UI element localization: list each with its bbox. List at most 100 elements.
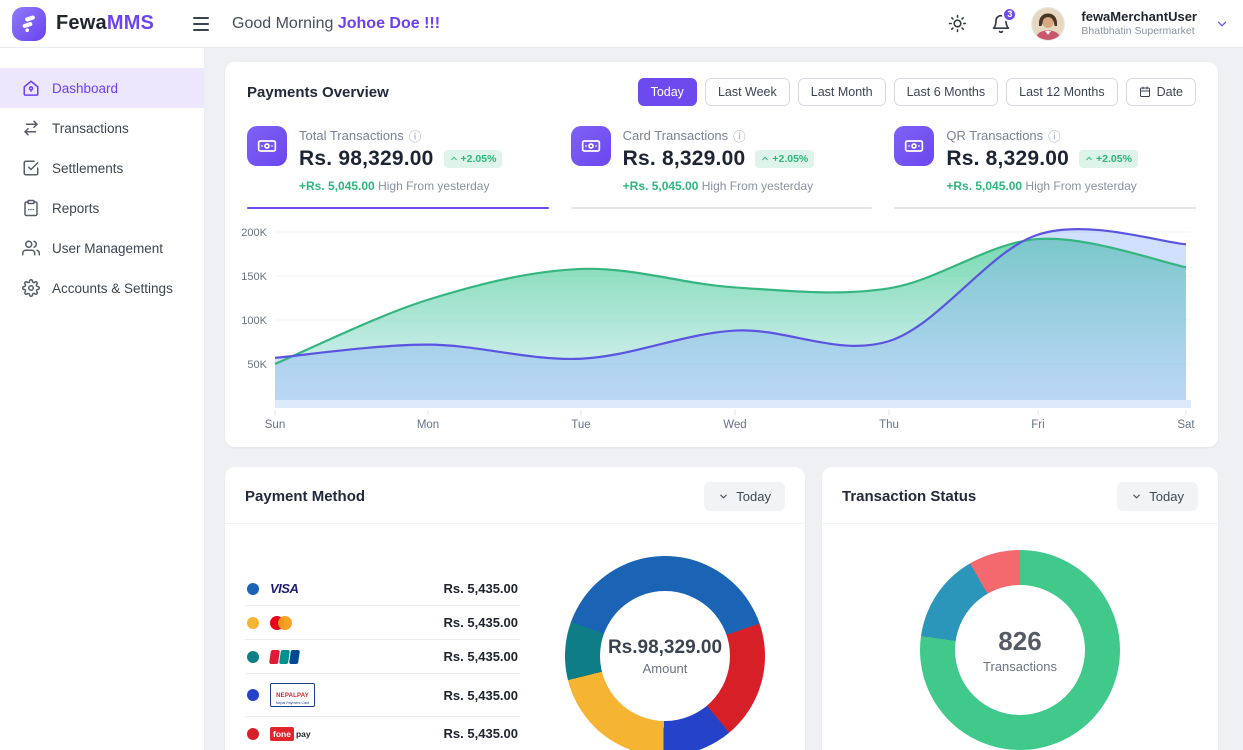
payments-overview-card: Payments Overview Today Last Week Last M… (225, 62, 1218, 447)
sidebar-item-transactions[interactable]: Transactions (0, 108, 204, 148)
notification-count-badge: 3 (1002, 7, 1017, 22)
legend-dot (247, 617, 259, 629)
donut-center-amount: Rs.98,329.00 (608, 637, 722, 659)
payment-method-list: VISA Rs. 5,435.00 Rs. 5,435.00 (245, 572, 520, 750)
donut-center-label: Transactions (983, 659, 1057, 674)
notifications-bell-icon[interactable]: 3 (987, 10, 1015, 38)
stat-amount: Rs. 8,329.00 (946, 147, 1069, 171)
cash-icon (571, 126, 611, 166)
user-avatar[interactable] (1031, 7, 1065, 41)
donut-center-count: 826 (998, 626, 1041, 657)
payment-method-card: Payment Method Today VISA Rs. 5,435.00 (225, 467, 805, 750)
svg-text:Fri: Fri (1031, 419, 1044, 431)
cash-icon (894, 126, 934, 166)
check-square-icon (22, 159, 40, 177)
main-content: Payments Overview Today Last Week Last M… (205, 48, 1243, 750)
user-menu-chevron-down-icon[interactable] (1215, 17, 1229, 31)
filter-last-month-button[interactable]: Last Month (798, 78, 886, 106)
transaction-status-period-dropdown[interactable]: Today (1117, 482, 1198, 511)
greeting-text: Good Morning Johoe Doe !!! (232, 15, 440, 33)
sidebar-item-label: Reports (52, 201, 99, 216)
theme-toggle-sun-icon[interactable] (943, 10, 971, 38)
filter-last-12-months-button[interactable]: Last 12 Months (1006, 78, 1117, 106)
filter-last-6-months-button[interactable]: Last 6 Months (894, 78, 999, 106)
filter-last-week-button[interactable]: Last Week (705, 78, 790, 106)
sidebar-item-label: Transactions (52, 121, 129, 136)
sidebar-item-reports[interactable]: Reports (0, 188, 204, 228)
payment-row-unionpay: Rs. 5,435.00 (245, 640, 520, 674)
stat-card-transactions[interactable]: Card Transactionsⓘ Rs. 8,329.00 +2.05% +… (571, 126, 873, 209)
user-organization: Bhatbhatin Supermarket (1081, 25, 1197, 38)
svg-text:Sat: Sat (1177, 419, 1195, 431)
stat-indicator (894, 207, 1196, 209)
payment-method-donut-chart[interactable]: Rs.98,329.00 Amount (565, 556, 765, 750)
payment-row-nepalpay: NEPALPAYNepal Payment Card Rs. 5,435.00 (245, 674, 520, 717)
filter-today-button[interactable]: Today (638, 78, 697, 106)
home-icon (22, 79, 40, 97)
stat-qr-transactions[interactable]: QR Transactionsⓘ Rs. 8,329.00 +2.05% +Rs… (894, 126, 1196, 209)
payment-row-fonepay: fonepay Rs. 5,435.00 (245, 717, 520, 750)
donut-center-label: Amount (643, 661, 688, 676)
payment-row-mastercard: Rs. 5,435.00 (245, 606, 520, 640)
stat-active-indicator (247, 207, 549, 209)
user-meta[interactable]: fewaMerchantUser Bhatbhatin Supermarket (1081, 9, 1197, 38)
users-icon (22, 239, 40, 257)
sidebar-item-label: Dashboard (52, 81, 118, 96)
stat-indicator (571, 207, 873, 209)
unionpay-logo (270, 650, 299, 664)
sidebar-item-settlements[interactable]: Settlements (0, 148, 204, 188)
transaction-status-card: Transaction Status Today 826 Transaction… (822, 467, 1218, 750)
clipboard-icon (22, 199, 40, 217)
sidebar-item-user-management[interactable]: User Management (0, 228, 204, 268)
sidebar: Dashboard Transactions Settlements Repor… (0, 48, 205, 750)
legend-dot (247, 651, 259, 663)
app-logo-icon (12, 7, 46, 41)
svg-text:Sun: Sun (265, 419, 285, 431)
payment-method-period-dropdown[interactable]: Today (704, 482, 785, 511)
fonepay-logo: fonepay (270, 727, 311, 741)
transaction-status-donut-chart[interactable]: 826 Transactions (920, 550, 1120, 750)
payments-overview-title: Payments Overview (247, 84, 389, 101)
stat-amount: Rs. 98,329.00 (299, 147, 434, 171)
svg-text:Wed: Wed (723, 419, 746, 431)
transactions-area-chart[interactable]: 50K 100K 150K 200K Sun Mon Tue Wed Thu Fri Sat (225, 209, 1218, 447)
payment-method-title: Payment Method (245, 488, 365, 505)
nepalpay-logo: NEPALPAYNepal Payment Card (270, 683, 315, 707)
mastercard-logo (270, 616, 292, 630)
svg-text:Tue: Tue (571, 419, 590, 431)
sidebar-item-label: User Management (52, 241, 163, 256)
calendar-icon (1139, 86, 1151, 98)
transaction-status-title: Transaction Status (842, 488, 976, 505)
stats-row: Total Transactionsⓘ Rs. 98,329.00 +2.05%… (225, 116, 1218, 209)
payment-row-visa: VISA Rs. 5,435.00 (245, 572, 520, 606)
sidebar-item-label: Accounts & Settings (52, 281, 173, 296)
stat-total-transactions[interactable]: Total Transactionsⓘ Rs. 98,329.00 +2.05%… (247, 126, 549, 209)
sidebar-item-label: Settlements (52, 161, 123, 176)
sidebar-item-dashboard[interactable]: Dashboard (0, 68, 204, 108)
svg-text:150K: 150K (241, 271, 267, 283)
info-icon[interactable]: ⓘ (409, 126, 422, 145)
info-icon[interactable]: ⓘ (733, 126, 746, 145)
stat-amount: Rs. 8,329.00 (623, 147, 746, 171)
topbar: FewaMMS Good Morning Johoe Doe !!! 3 (0, 0, 1243, 48)
time-filter-group: Today Last Week Last Month Last 6 Months… (638, 78, 1196, 106)
app-title: FewaMMS (56, 12, 154, 35)
change-badge: +2.05% (444, 150, 503, 168)
svg-text:Thu: Thu (879, 419, 899, 431)
legend-dot (247, 583, 259, 595)
gear-icon (22, 279, 40, 297)
visa-logo: VISA (270, 581, 298, 596)
hamburger-menu-icon[interactable] (186, 9, 216, 39)
legend-dot (247, 728, 259, 740)
svg-text:50K: 50K (247, 359, 267, 371)
sidebar-item-accounts-settings[interactable]: Accounts & Settings (0, 268, 204, 308)
date-picker-button[interactable]: Date (1126, 78, 1196, 106)
info-icon[interactable]: ⓘ (1048, 126, 1061, 145)
svg-text:100K: 100K (241, 315, 267, 327)
svg-text:200K: 200K (241, 227, 267, 239)
cash-icon (247, 126, 287, 166)
svg-text:Mon: Mon (417, 419, 439, 431)
change-badge: +2.05% (755, 150, 814, 168)
user-name: fewaMerchantUser (1081, 9, 1197, 25)
brand: FewaMMS (0, 7, 186, 41)
